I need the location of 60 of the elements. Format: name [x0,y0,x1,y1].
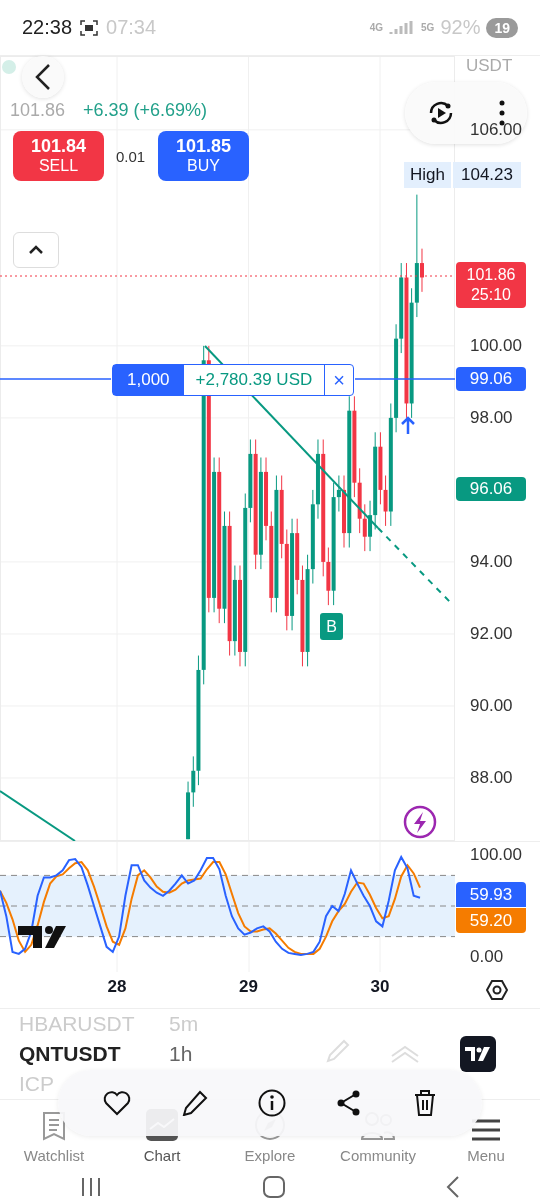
recent-apps-icon[interactable] [80,1176,103,1197]
screenshot-icon [80,19,99,36]
position-price-tag: 99.06 [456,367,526,391]
info-icon[interactable] [257,1089,286,1117]
last-price-tag: 101.86 25:10 [456,262,526,308]
chevron-up-icon [28,245,44,255]
price-axis-label: 88.00 [470,767,513,788]
interval-label: 1h [169,1041,193,1067]
sell-button[interactable]: 101.84 SELL [13,131,104,181]
battery-level: 19 [486,17,518,38]
price-axis-label: 94.00 [470,551,513,572]
high-label: High [404,162,451,188]
price-change: +6.39 (+6.69%) [83,100,208,121]
price-axis-label: 90.00 [470,695,513,716]
logo-icon [18,926,66,948]
d-value-tag: 59.20 [456,908,526,933]
spread-value: 0.01 [116,148,146,165]
trash-icon[interactable] [412,1089,437,1117]
network-label: 5G [421,22,435,33]
settings-icon[interactable] [486,979,508,1001]
oscillator-axis-label: 0.00 [470,947,504,967]
price-tag: 96.06 [456,477,526,501]
bookmark-list-icon [42,1111,66,1141]
price-axis-label: 92.00 [470,623,513,644]
position-line[interactable] [0,378,455,380]
arrow-up-icon [400,416,416,436]
position-quantity: 1,000 [113,365,184,395]
high-price-label: 104.23 [452,162,521,188]
pencil-icon[interactable] [181,1090,208,1116]
price-axis-label: 106.00 [470,119,522,140]
nav-tab[interactable]: Menu [432,1100,540,1170]
buy-button[interactable]: 101.85 BUY [158,131,249,181]
collapse-button[interactable] [13,232,59,268]
close-position-button[interactable]: × [325,365,353,395]
heart-icon[interactable] [103,1090,132,1116]
last-price: 101.86 [10,100,66,121]
lightning-icon[interactable] [403,805,437,839]
date-label: 30 [370,977,390,997]
network-label: 4G [369,22,384,33]
menu-icon [472,1119,500,1141]
date-label: 28 [107,977,127,997]
nav-tab[interactable]: Watchlist [0,1100,108,1170]
symbol-logo [2,60,16,74]
price-axis-label: 100.00 [470,335,522,356]
buy-marker: B [320,613,343,640]
price-axis-label: 98.00 [470,407,513,428]
logo-icon[interactable] [460,1036,496,1072]
back-icon[interactable] [445,1175,460,1198]
oscillator-axis-label: 100.00 [470,845,522,865]
date-label: 29 [239,977,258,997]
home-icon[interactable] [263,1175,285,1198]
chevron-left-icon [34,62,52,92]
signal-icon [389,19,416,36]
k-value-tag: 59.93 [456,882,526,907]
trend-line[interactable] [0,790,76,841]
currency-label: USDT [466,56,513,76]
back-button[interactable] [22,56,64,98]
position-pnl: +2,780.39 USD [183,365,326,395]
symbol-name[interactable]: QNTUSDT [19,1039,169,1069]
status-time: 22:38 [22,16,73,39]
